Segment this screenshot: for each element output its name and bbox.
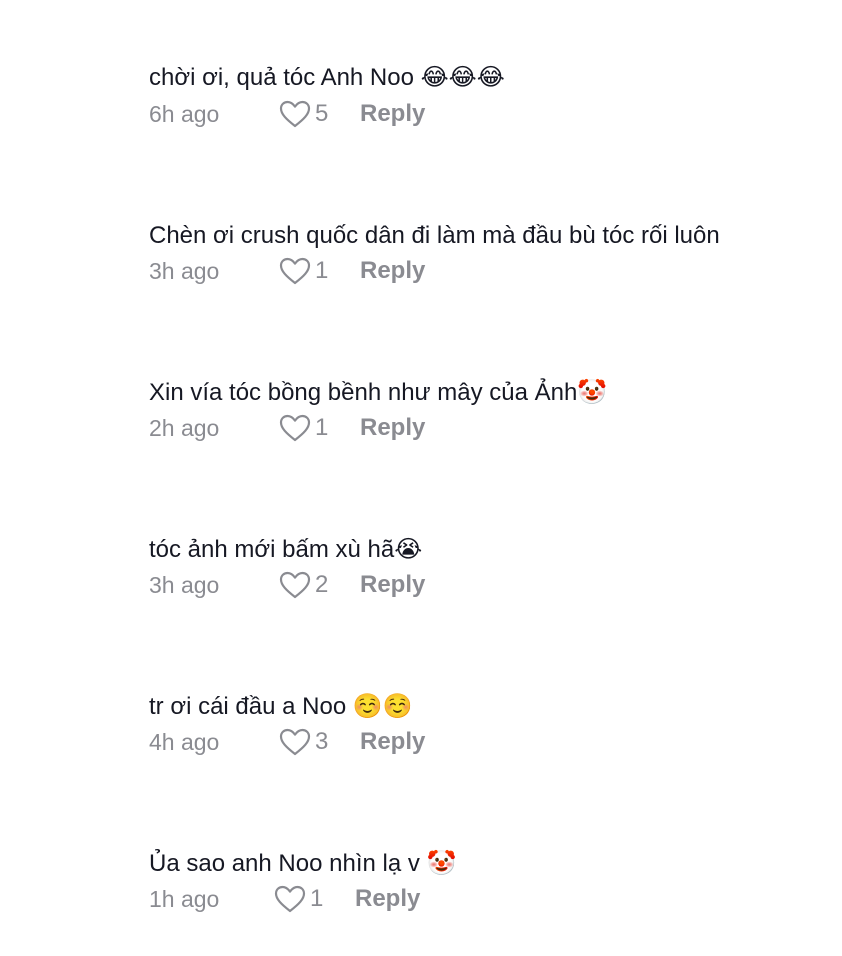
comment-time: 3h ago (149, 571, 220, 598)
like-count: 3 (315, 728, 329, 755)
like-button[interactable]: 5 (279, 99, 355, 129)
comment-item: Xin vía tóc bồng bềnh như mây của Ảnh🤡 2… (149, 378, 829, 458)
comment-meta: 3h ago 2 Reply (149, 570, 425, 600)
reply-button[interactable]: Reply (355, 885, 420, 913)
comment-time: 6h ago (149, 100, 220, 127)
comment-meta: 2h ago 1 Reply (149, 413, 425, 443)
comment-time: 4h ago (149, 728, 220, 755)
comment-meta: 6h ago 5 Reply (149, 99, 425, 129)
heart-icon[interactable] (279, 413, 311, 443)
like-button[interactable]: 1 (274, 884, 350, 914)
like-button[interactable]: 1 (279, 413, 355, 443)
comment-text: Chèn ơi crush quốc dân đi làm mà đầu bù … (149, 222, 720, 249)
comment-meta: 4h ago 3 Reply (149, 727, 425, 757)
comment-item: Chèn ơi crush quốc dân đi làm mà đầu bù … (149, 221, 829, 301)
like-count: 1 (315, 257, 329, 284)
reply-button[interactable]: Reply (360, 728, 425, 756)
like-button[interactable]: 3 (279, 727, 355, 757)
comment-time: 1h ago (149, 885, 220, 912)
reply-button[interactable]: Reply (360, 414, 425, 442)
comment-meta: 3h ago 1 Reply (149, 256, 425, 286)
reply-button[interactable]: Reply (360, 571, 425, 599)
comment-text: tr ơi cái đầu a Noo ☺️☺️ (149, 693, 413, 720)
heart-icon[interactable] (279, 727, 311, 757)
comment-meta: 1h ago 1 Reply (149, 884, 420, 914)
like-button[interactable]: 1 (279, 256, 355, 286)
like-count: 1 (310, 885, 324, 912)
comment-time: 2h ago (149, 414, 220, 441)
like-count: 2 (315, 571, 329, 598)
heart-icon[interactable] (279, 99, 311, 129)
reply-button[interactable]: Reply (360, 257, 425, 285)
heart-icon[interactable] (279, 256, 311, 286)
like-button[interactable]: 2 (279, 570, 355, 600)
comment-time: 3h ago (149, 257, 220, 284)
comment-item: chời ơi, quả tóc Anh Noo 😂😂😂 6h ago 5 Re… (149, 63, 829, 143)
comment-item: Ủa sao anh Noo nhìn lạ v 🤡 1h ago 1 Repl… (149, 849, 829, 929)
reply-button[interactable]: Reply (360, 100, 425, 128)
comment-text: Xin vía tóc bồng bềnh như mây của Ảnh🤡 (149, 379, 608, 406)
comment-item: tr ơi cái đầu a Noo ☺️☺️ 4h ago 3 Reply (149, 692, 829, 772)
comment-item: tóc ảnh mới bấm xù hã😭 3h ago 2 Reply (149, 535, 829, 615)
comment-text: Ủa sao anh Noo nhìn lạ v 🤡 (149, 850, 457, 877)
like-count: 1 (315, 414, 329, 441)
heart-icon[interactable] (274, 884, 306, 914)
like-count: 5 (315, 100, 329, 127)
comment-list: chời ơi, quả tóc Anh Noo 😂😂😂 6h ago 5 Re… (149, 0, 829, 956)
comment-text: chời ơi, quả tóc Anh Noo 😂😂😂 (149, 64, 505, 91)
heart-icon[interactable] (279, 570, 311, 600)
comment-text: tóc ảnh mới bấm xù hã😭 (149, 536, 423, 563)
